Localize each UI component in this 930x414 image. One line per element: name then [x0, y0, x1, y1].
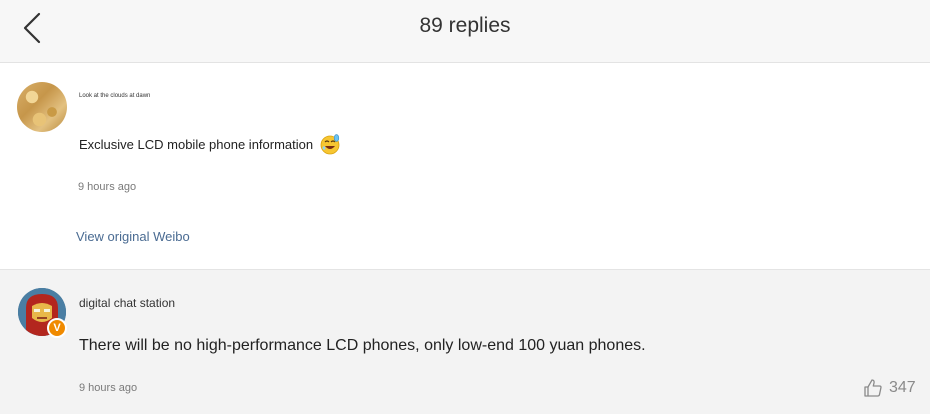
- verified-badge: V: [47, 318, 67, 338]
- reply-username[interactable]: digital chat station: [79, 296, 175, 310]
- page-title: 89 replies: [419, 14, 511, 37]
- original-post-text-row: Exclusive LCD mobile phone information: [79, 133, 341, 155]
- original-post: Look at the clouds at dawn Exclusive LCD…: [0, 63, 930, 270]
- top-bar: 89 replies: [0, 0, 930, 63]
- like-button[interactable]: 347: [863, 378, 916, 398]
- thumbs-up-icon: [864, 379, 882, 397]
- original-post-username[interactable]: Look at the clouds at dawn: [79, 93, 150, 99]
- view-original-weibo-link[interactable]: View original Weibo: [76, 229, 190, 244]
- original-post-text: Exclusive LCD mobile phone information: [79, 136, 314, 152]
- like-count: 347: [889, 379, 916, 396]
- sweating-laugh-emoji-icon: [319, 133, 341, 155]
- original-post-time: 9 hours ago: [78, 181, 137, 193]
- reply-item: V digital chat station There will be no …: [0, 270, 930, 414]
- reply-time: 9 hours ago: [79, 382, 138, 394]
- reply-text: There will be no high-performance LCD ph…: [79, 337, 646, 354]
- avatar[interactable]: [17, 82, 67, 132]
